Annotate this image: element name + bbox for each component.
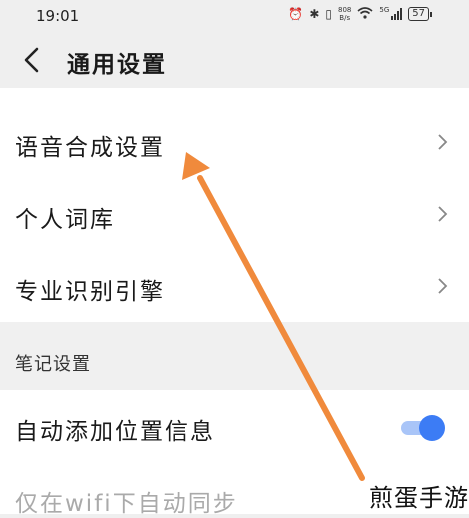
alarm-icon: ⏰ [288,7,304,21]
chevron-right-icon [437,204,449,224]
item-label: 语音合成设置 [15,135,165,161]
list-top-edge [0,88,469,106]
battery-level: 57 [412,8,425,19]
item-label: 仅在wifi下自动同步 [15,491,238,517]
signal-icon [391,8,403,20]
wifi-icon [357,6,373,22]
item-personal-dictionary[interactable]: 个人词库 [0,178,469,250]
battery-icon: 57 [408,7,432,21]
chevron-right-icon [437,132,449,152]
header: 通用设置 [0,34,469,88]
section-title-notes: 笔记设置 [15,354,91,375]
watermark: 煎蛋手游 [369,484,469,512]
toggle-knob [419,415,445,441]
page-title: 通用设置 [67,52,167,78]
vibrate-icon: ▯ [325,7,332,21]
item-label: 个人词库 [15,207,115,233]
item-label: 自动添加位置信息 [15,419,215,445]
network-speed-value: 808 [338,6,352,14]
item-recognition-engine[interactable]: 专业识别引擎 [0,250,469,322]
network-speed-unit: B/s [339,14,351,22]
item-speech-synthesis[interactable]: 语音合成设置 [0,106,469,178]
status-bar: 19:01 ⏰ ✱ ▯ 808 B/s 5G 57 [0,0,469,34]
item-auto-location[interactable]: 自动添加位置信息 [0,390,469,466]
status-time: 19:01 [36,7,80,25]
network-type: 5G [379,6,390,14]
network-speed: 808 B/s [338,6,351,22]
status-icons: ⏰ ✱ ▯ 808 B/s 5G 57 [288,6,432,22]
chevron-right-icon [437,276,449,296]
back-arrow-icon[interactable] [20,46,44,74]
item-label: 专业识别引擎 [15,279,165,305]
auto-location-toggle[interactable] [401,415,445,441]
bluetooth-icon: ✱ [309,7,320,21]
